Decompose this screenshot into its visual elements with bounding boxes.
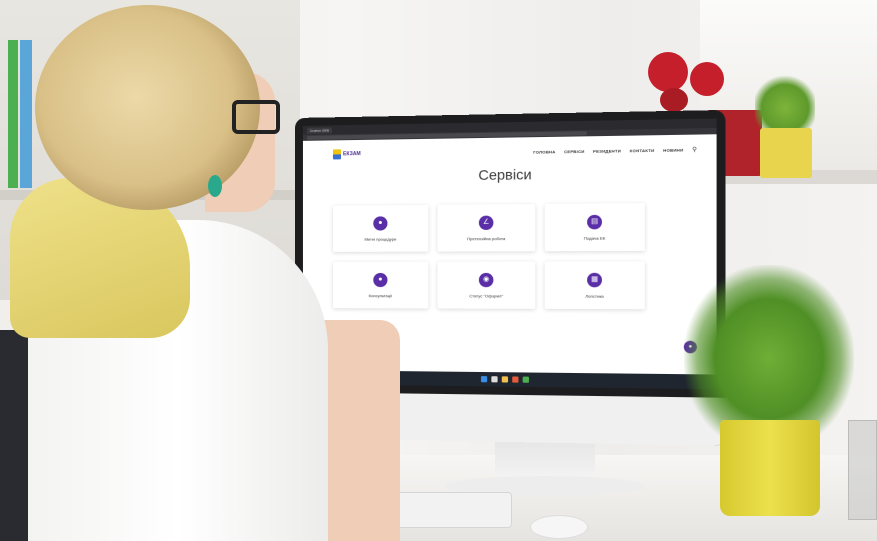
- mouse: [530, 515, 588, 539]
- flower: [660, 88, 688, 112]
- book: [8, 40, 18, 188]
- service-card-label: Консультації: [368, 292, 393, 298]
- pencil-cup: [848, 420, 877, 520]
- service-card-label: Логістика: [585, 292, 604, 299]
- nav-item-news[interactable]: НОВИНИ: [663, 147, 683, 153]
- service-card[interactable]: ◉ Статус "Оформл": [437, 261, 536, 309]
- hair: [35, 5, 260, 210]
- nav-item-home[interactable]: ГОЛОВНА: [533, 149, 555, 154]
- service-card-label: Подача ЕК: [583, 234, 606, 241]
- browser-tab[interactable]: Сервіси | ЕКБ: [306, 126, 333, 134]
- site-header: ЕКЗАМ ГОЛОВНА СЕРВІСИ РЕЗИДЕНТИ КОНТАКТИ…: [303, 134, 717, 167]
- browser-icon[interactable]: [512, 376, 519, 383]
- search-taskbar-icon[interactable]: [491, 376, 498, 383]
- service-card[interactable]: ▤ Подача ЕК: [544, 203, 645, 252]
- glasses: [232, 100, 280, 134]
- globe-icon: ●: [373, 215, 388, 231]
- book: [20, 40, 32, 188]
- logo-text: ЕКЗАМ: [343, 151, 361, 158]
- start-icon[interactable]: [480, 376, 488, 383]
- nav-item-services[interactable]: СЕРВІСИ: [564, 148, 585, 153]
- flower: [690, 62, 724, 96]
- small-yellow-pot: [760, 128, 812, 178]
- flower: [648, 52, 688, 92]
- site-logo[interactable]: ЕКЗАМ: [332, 149, 361, 160]
- app-icon[interactable]: [522, 376, 529, 383]
- potted-plant: [684, 265, 854, 435]
- service-card-label: Претензійна робота: [467, 235, 506, 241]
- services-grid: ● Митні процедури ∠ Претензійна робота ▤…: [332, 203, 656, 310]
- service-card[interactable]: ● Консультації: [332, 261, 429, 309]
- page-title: Сервіси: [478, 165, 532, 184]
- main-nav: ГОЛОВНА СЕРВІСИ РЕЗИДЕНТИ КОНТАКТИ НОВИН…: [533, 146, 697, 156]
- service-card-label: Статус "Оформл": [469, 292, 504, 298]
- badge-icon: ◉: [478, 272, 494, 287]
- keyboard: [392, 492, 512, 528]
- yellow-pot: [720, 420, 820, 516]
- service-card[interactable]: ▦ Логістика: [544, 261, 645, 310]
- service-card-label: Митні процедури: [364, 236, 397, 242]
- nav-item-contacts[interactable]: КОНТАКТИ: [630, 147, 655, 153]
- logo-mark-icon: [332, 149, 341, 160]
- document-icon: ▤: [587, 214, 602, 229]
- folder-icon[interactable]: [501, 376, 509, 383]
- nav-item-residents[interactable]: РЕЗИДЕНТИ: [593, 148, 621, 154]
- people-icon: ●: [373, 272, 388, 287]
- calculator-icon: ▦: [587, 272, 602, 287]
- earring: [208, 175, 222, 197]
- service-card[interactable]: ∠ Претензійна робота: [437, 203, 536, 252]
- search-icon[interactable]: ⚲: [692, 146, 697, 153]
- small-plant: [755, 72, 815, 132]
- service-card[interactable]: ● Митні процедури: [332, 204, 429, 252]
- chart-icon: ∠: [478, 215, 494, 230]
